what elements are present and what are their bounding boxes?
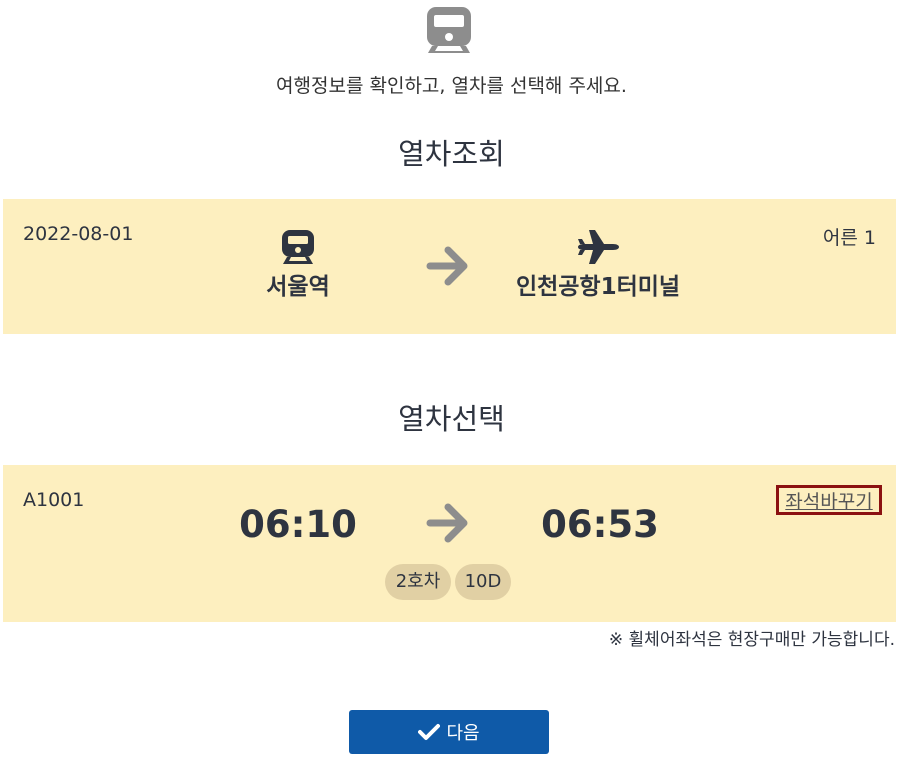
destination-station-name: 인천공항1터미널 [515,274,681,300]
seat-number-badge: 10D [455,564,511,600]
train-selection-panel[interactable]: A1001 06:10 06:53 좌석바꾸기 2호차 10D [3,465,896,622]
check-icon [418,724,441,740]
departure-time: 06:10 [239,503,357,546]
selection-section-title: 열차선택 [398,402,505,436]
lookup-panel: 2022-08-01 어른 1 서울역 인천공항1터미널 [3,199,896,334]
origin-station: 서울역 [178,229,418,301]
wheelchair-notice: ※ 휠체어좌석은 현장구매만 가능합니다. [608,630,895,650]
arrow-right-icon [426,246,468,286]
page: 여행정보를 확인하고, 열차를 선택해 주세요. 열차조회 2022-08-01… [0,0,903,759]
destination-station: 인천공항1터미널 [478,229,718,301]
travel-date: 2022-08-01 [23,223,134,245]
change-seat-button[interactable]: 좌석바꾸기 [776,485,882,515]
airplane-icon [578,230,619,264]
next-button[interactable]: 다음 [349,710,549,754]
arrow-right-icon [426,503,468,543]
passenger-count: 어른 1 [822,227,876,249]
lookup-section-title: 열차조회 [398,137,505,171]
car-number-badge: 2호차 [385,564,451,600]
next-button-label: 다음 [446,723,480,743]
origin-station-name: 서울역 [266,274,330,300]
intro-text: 여행정보를 확인하고, 열차를 선택해 주세요. [276,75,627,97]
train-icon [282,230,314,264]
train-number: A1001 [23,489,85,511]
arrival-time: 06:53 [541,503,659,546]
train-icon [427,7,471,53]
